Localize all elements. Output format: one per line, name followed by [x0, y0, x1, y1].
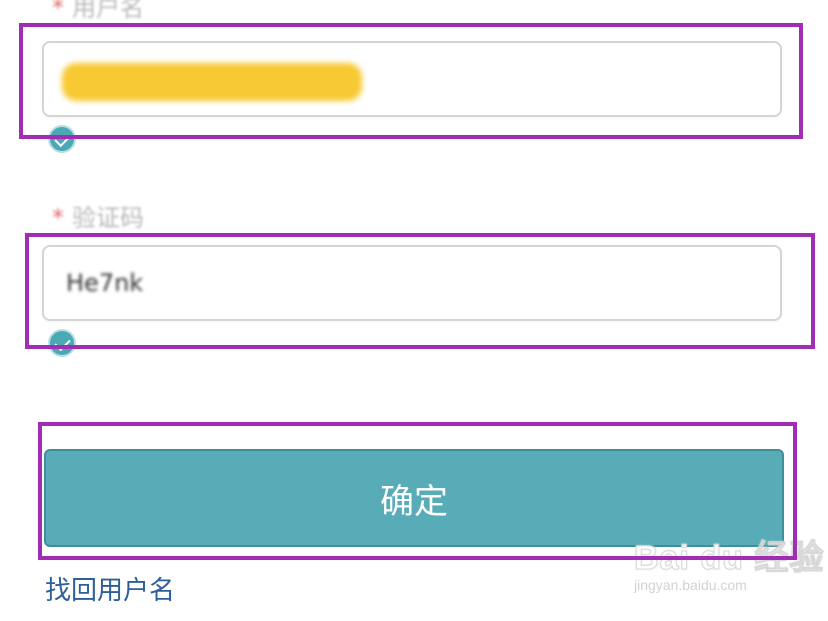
required-mark: * [52, 204, 64, 232]
username-input[interactable] [42, 41, 782, 117]
watermark-logo: Bai du 经验 [633, 539, 825, 578]
baidu-jingyan-watermark: Bai du 经验 jingyan.baidu.com [633, 530, 825, 594]
captcha-label: * 验证码 [52, 198, 144, 233]
watermark-url: jingyan.baidu.com [634, 577, 747, 593]
username-label-text: 用户名 [72, 0, 144, 22]
check-circle-icon [48, 329, 76, 357]
required-mark: * [52, 0, 64, 22]
redacted-username-value [62, 63, 362, 101]
captcha-input[interactable]: He7nk [42, 245, 782, 321]
captcha-value: He7nk [66, 269, 144, 297]
recover-username-link[interactable]: 找回用户名 [45, 570, 175, 607]
username-label: * 用户名 [52, 0, 144, 23]
check-circle-icon [48, 125, 76, 153]
captcha-label-text: 验证码 [72, 204, 144, 232]
